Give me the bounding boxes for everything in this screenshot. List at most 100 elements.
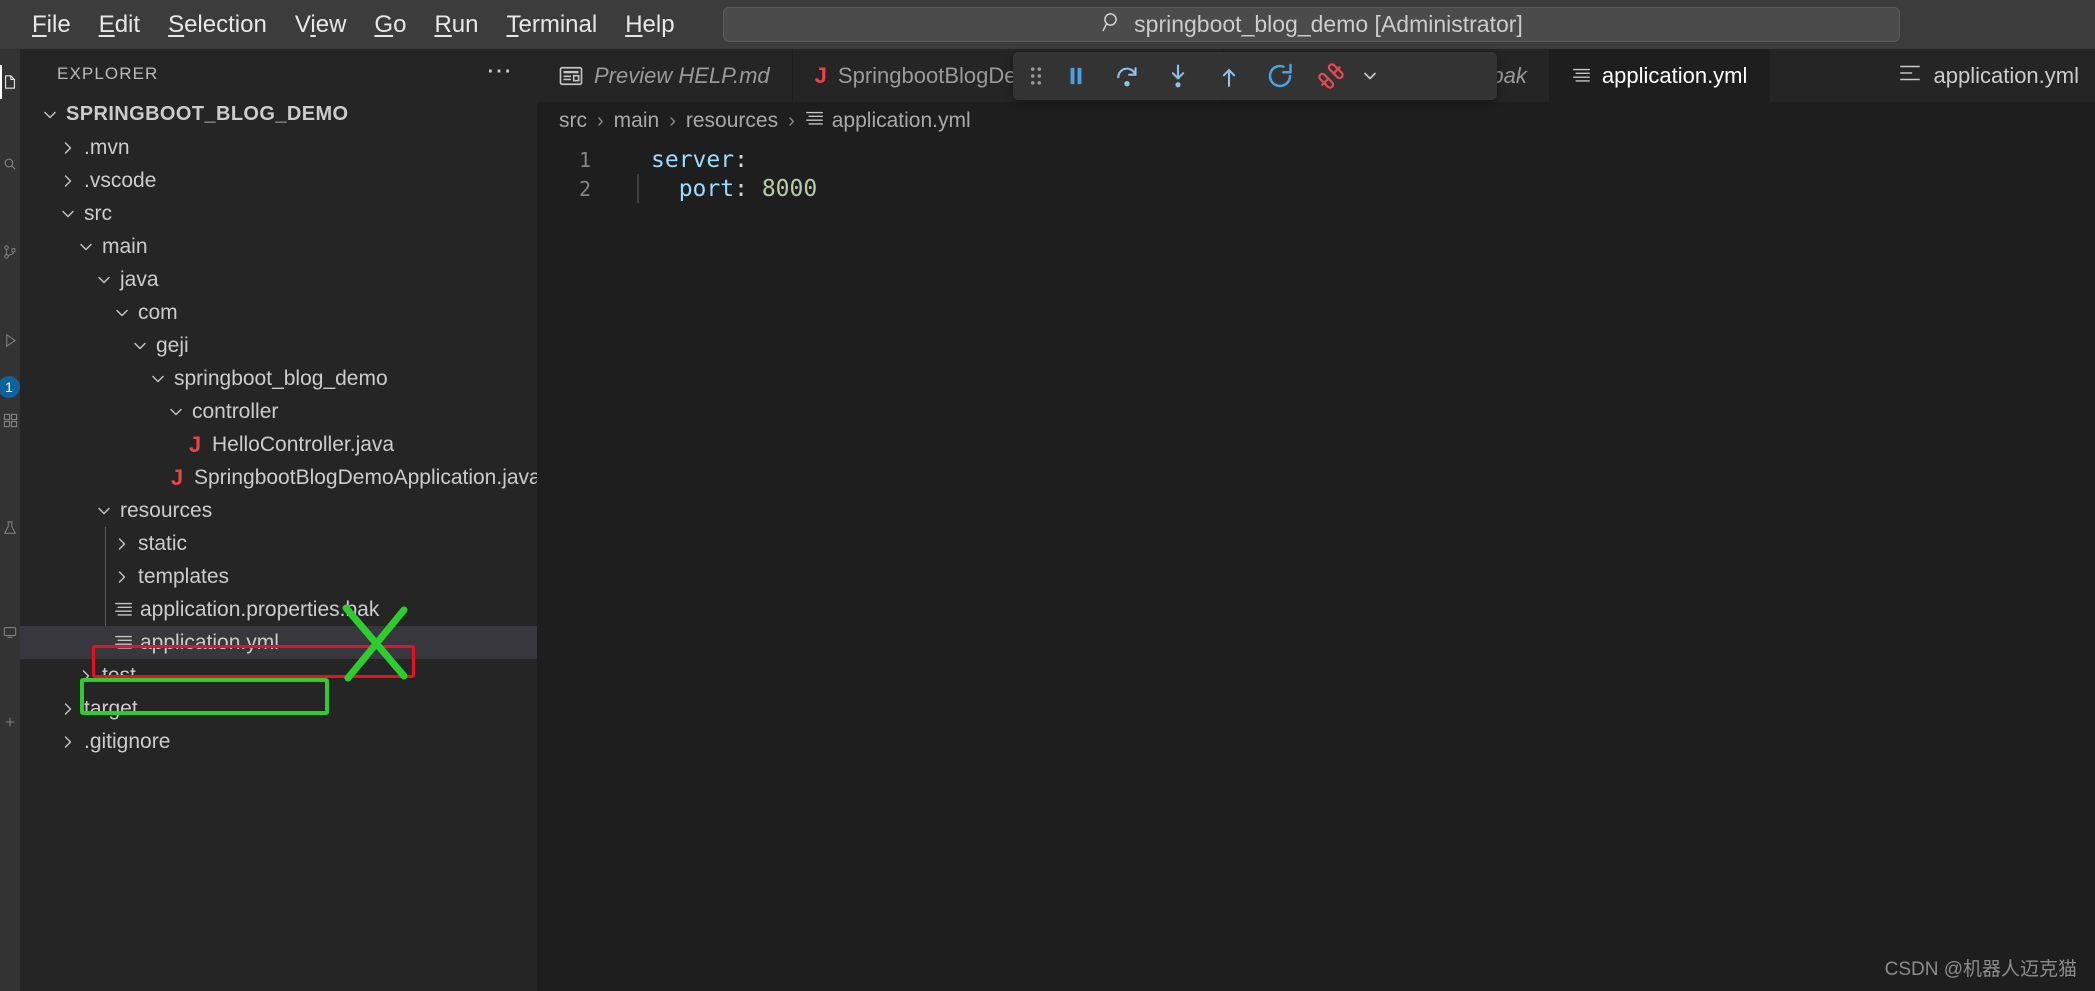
tree-item-com[interactable]: com bbox=[20, 296, 537, 329]
tree-item-springboot-blog-demo[interactable]: springboot_blog_demo bbox=[20, 362, 537, 395]
chevron-down-icon[interactable] bbox=[92, 270, 116, 290]
tree-item-label: HelloController.java bbox=[212, 432, 395, 456]
editor-tab-preview-help-md[interactable]: Preview HELP.md bbox=[537, 49, 793, 102]
chevron-right-icon[interactable] bbox=[56, 699, 80, 719]
editor-tab-label: Preview HELP.md bbox=[594, 62, 770, 88]
chevron-right-icon[interactable] bbox=[110, 567, 134, 587]
step-out-button[interactable] bbox=[1204, 56, 1253, 96]
tree-item-springbootblogdemoapplication-java[interactable]: J SpringbootBlogDemoApplication.java bbox=[20, 461, 541, 494]
breadcrumb-item-application-yml[interactable]: application.yml bbox=[805, 109, 971, 134]
activity-testing[interactable] bbox=[0, 505, 20, 551]
vscode-window: File Edit Selection View Go Run Terminal… bbox=[0, 0, 2095, 991]
tree-item-src[interactable]: src bbox=[20, 197, 537, 230]
editor-tab-application-yml[interactable]: application.yml bbox=[1549, 49, 1771, 102]
debug-toolbar bbox=[1013, 52, 1497, 100]
chevron-down-icon[interactable] bbox=[164, 402, 188, 422]
pause-button[interactable] bbox=[1051, 56, 1100, 96]
tree-item-label: main bbox=[102, 234, 148, 258]
menu-item-terminal[interactable]: Terminal bbox=[493, 9, 612, 41]
menu-item-view[interactable]: View bbox=[281, 9, 361, 41]
chevron-right-icon[interactable] bbox=[56, 171, 80, 191]
step-into-button[interactable] bbox=[1153, 56, 1202, 96]
chevron-right-icon[interactable] bbox=[56, 138, 80, 158]
chevron-down-icon[interactable] bbox=[1357, 66, 1383, 86]
activity-bar: 1 bbox=[0, 49, 20, 991]
activity-search[interactable] bbox=[0, 141, 20, 187]
chevron-down-icon[interactable] bbox=[92, 501, 116, 521]
code-editor[interactable]: 1 server: 2 port: 8000 bbox=[537, 145, 2095, 991]
java-file-icon: J bbox=[814, 62, 827, 88]
chevron-right-icon[interactable] bbox=[56, 732, 80, 752]
breadcrumb-item-resources[interactable]: resources bbox=[686, 109, 778, 133]
tree-item-main[interactable]: main bbox=[20, 230, 537, 263]
activity-extensions[interactable] bbox=[0, 397, 20, 443]
java-file-icon: J bbox=[170, 464, 184, 490]
tree-item-label: springboot_blog_demo bbox=[174, 366, 388, 390]
activity-run-debug[interactable] bbox=[0, 317, 20, 363]
yaml-value: 8000 bbox=[761, 175, 818, 202]
activity-explorer[interactable] bbox=[0, 59, 20, 105]
activity-remote[interactable] bbox=[0, 609, 20, 655]
tree-item-resources[interactable]: resources bbox=[20, 494, 537, 527]
explorer-sidebar: EXPLORER ⋯ SPRINGBOOT_BLOG_DEMO .mvn .vsco… bbox=[20, 49, 541, 991]
java-file-icon: J bbox=[188, 431, 202, 457]
breadcrumb-separator: › bbox=[669, 109, 676, 132]
breadcrumb: src › main › resources › application.yml bbox=[537, 102, 2095, 140]
chevron-down-icon[interactable] bbox=[74, 237, 98, 257]
tree-item-label: application.yml bbox=[140, 630, 279, 654]
drag-handle-icon[interactable] bbox=[1023, 65, 1049, 87]
tree-item-mvn[interactable]: .mvn bbox=[20, 131, 537, 164]
menu-item-run[interactable]: Run bbox=[420, 9, 492, 41]
chevron-right-icon[interactable] bbox=[110, 534, 134, 554]
yaml-file-icon bbox=[1572, 66, 1591, 85]
tree-item-label: test bbox=[102, 663, 136, 687]
tree-item-label: .mvn bbox=[84, 135, 130, 159]
chevron-down-icon[interactable] bbox=[38, 105, 62, 125]
tree-item-test[interactable]: test bbox=[20, 659, 537, 692]
tree-item-static[interactable]: static bbox=[20, 527, 537, 560]
chevron-down-icon[interactable] bbox=[146, 369, 170, 389]
breadcrumb-item-main[interactable]: main bbox=[614, 109, 660, 133]
explorer-header: EXPLORER ⋯ bbox=[20, 49, 537, 98]
chevron-down-icon[interactable] bbox=[110, 303, 134, 323]
tree-item-templates[interactable]: templates bbox=[20, 560, 537, 593]
tree-item-springboot-blog-demo[interactable]: SPRINGBOOT_BLOG_DEMO bbox=[20, 98, 537, 131]
tree-item-hellocontroller-java[interactable]: J HelloController.java bbox=[20, 428, 537, 461]
tree-item-application-properties-bak[interactable]: application.properties.bak bbox=[20, 593, 537, 626]
tree-item-label: geji bbox=[156, 333, 189, 357]
step-over-button[interactable] bbox=[1102, 56, 1151, 96]
menu-item-edit[interactable]: Edit bbox=[85, 9, 154, 41]
tree-item-geji[interactable]: geji bbox=[20, 329, 537, 362]
activity-source-control[interactable] bbox=[0, 229, 20, 275]
search-icon bbox=[1100, 10, 1124, 39]
tree-item-label: SpringbootBlogDemoApplication.java bbox=[194, 465, 541, 489]
menu-item-go[interactable]: Go bbox=[360, 9, 420, 41]
tree-item-java[interactable]: java bbox=[20, 263, 537, 296]
tree-item-gitignore[interactable]: .gitignore bbox=[20, 725, 537, 758]
breadcrumb-item-src[interactable]: src bbox=[559, 109, 587, 133]
chevron-down-icon[interactable] bbox=[56, 204, 80, 224]
menu-item-file[interactable]: File bbox=[18, 9, 85, 41]
breadcrumb-label: src bbox=[559, 109, 587, 132]
command-center-search[interactable]: springboot_blog_demo [Administrator] bbox=[723, 7, 1900, 42]
yaml-key: port bbox=[678, 175, 735, 202]
menu-item-help[interactable]: Help bbox=[611, 9, 688, 41]
yaml-file-icon bbox=[805, 109, 824, 134]
restart-button[interactable] bbox=[1255, 56, 1304, 96]
disconnect-button[interactable] bbox=[1306, 56, 1355, 96]
chevron-down-icon[interactable] bbox=[128, 336, 152, 356]
split-editor-icon[interactable] bbox=[1897, 60, 1923, 92]
yaml-colon: : bbox=[734, 175, 748, 202]
tree-item-controller[interactable]: controller bbox=[20, 395, 537, 428]
tree-item-application-yml[interactable]: application.yml bbox=[20, 626, 537, 659]
chevron-right-icon[interactable] bbox=[74, 666, 98, 686]
tree-item-target[interactable]: target bbox=[20, 692, 537, 725]
line-number: 2 bbox=[578, 176, 591, 201]
tree-item-label: src bbox=[84, 201, 112, 225]
tree-item-vscode[interactable]: .vscode bbox=[20, 164, 537, 197]
activity-more[interactable] bbox=[0, 699, 20, 745]
tree-item-label: .vscode bbox=[84, 168, 157, 192]
code-line: 2 port: 8000 bbox=[537, 174, 2095, 203]
ellipsis-icon[interactable]: ⋯ bbox=[485, 57, 515, 89]
menu-item-selection[interactable]: Selection bbox=[154, 9, 281, 41]
